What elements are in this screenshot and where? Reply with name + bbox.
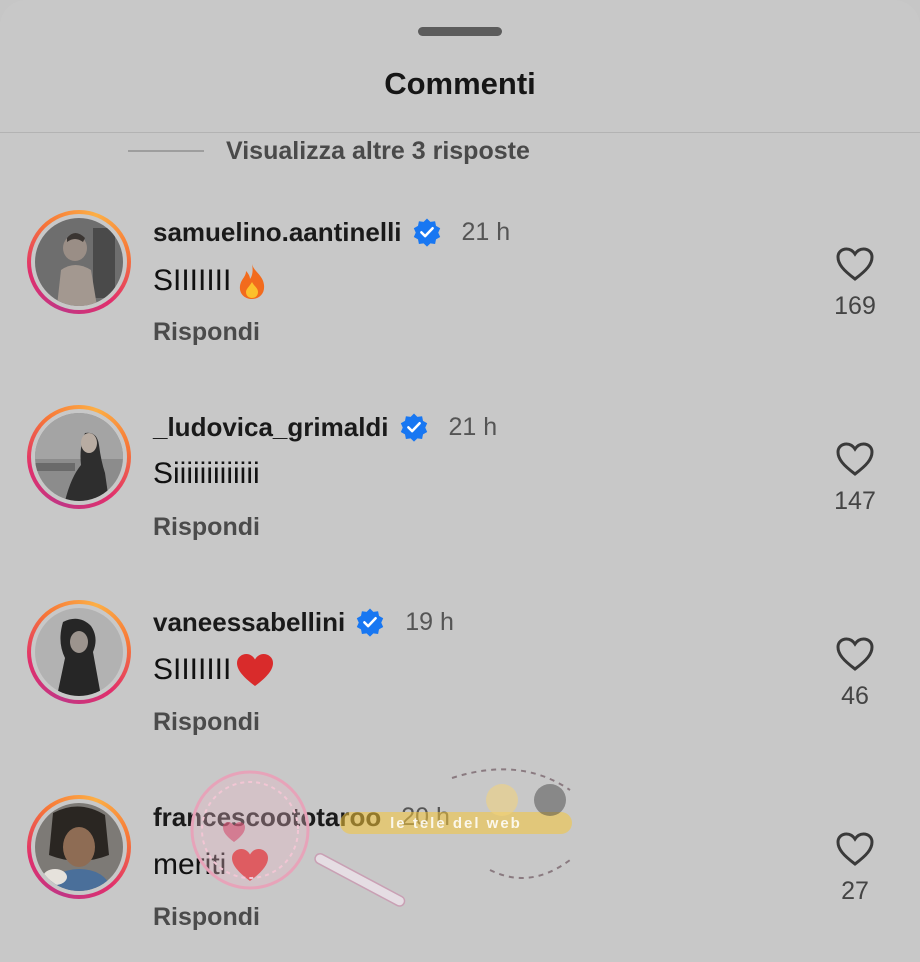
verified-badge-icon [357,608,384,637]
reply-button[interactable]: Rispondi [153,708,260,737]
username[interactable]: _ludovica_grimaldi [153,412,389,443]
red-heart-icon [235,652,275,688]
heart-icon[interactable] [835,636,875,672]
heart-icon[interactable] [835,441,875,477]
comment-item: _ludovica_grimaldi 21 h Siiiiiiiiiiiii R… [0,405,920,555]
comment-item: francescoototaroo 20 h meriti Rispondi 2… [0,795,920,945]
comment-time: 21 h [448,412,498,441]
header-divider [0,132,920,133]
avatar[interactable] [27,405,131,509]
comment-body: meriti [153,848,227,881]
avatar-photo [35,803,123,891]
comment-item: vaneessabellini 19 h SIIIIIII Rispondi 4… [0,600,920,750]
comment-body: SIIIIIII [153,653,232,686]
username[interactable]: vaneessabellini [153,607,345,638]
avatar[interactable] [27,600,131,704]
reply-button[interactable]: Rispondi [153,903,260,932]
drag-handle[interactable] [418,27,502,36]
comment-time: 19 h [405,607,454,636]
comment-text: SIIIIIII [153,262,269,300]
red-heart-icon [230,847,270,883]
avatar-photo [35,608,123,696]
view-more-replies[interactable]: Visualizza altre 3 risposte [128,136,530,166]
like-count: 169 [834,292,876,320]
username[interactable]: francescoototaroo [153,802,381,833]
comments-sheet: Commenti Visualizza altre 3 risposte sam… [0,0,920,962]
comment-text: meriti [153,847,270,883]
view-more-replies-label: Visualizza altre 3 risposte [226,136,530,165]
reply-button[interactable]: Rispondi [153,318,260,347]
avatar[interactable] [27,210,131,314]
comment-text: SIIIIIII [153,652,275,688]
comment-body: SIIIIIII [153,264,232,297]
like-group: 27 [818,831,892,906]
reply-button[interactable]: Rispondi [153,513,260,542]
sheet-title: Commenti [384,66,536,101]
like-group: 46 [818,636,892,711]
comment-time: 21 h [461,217,511,246]
comment-time: 20 h [401,802,450,831]
like-group: 169 [818,246,892,321]
fire-icon [235,262,269,300]
username[interactable]: samuelino.aantinelli [153,217,402,248]
avatar-photo [35,413,123,501]
like-count: 27 [841,877,869,905]
verified-badge-icon [413,218,440,247]
like-count: 46 [841,682,869,710]
avatar[interactable] [27,795,131,899]
heart-icon[interactable] [835,246,875,282]
like-count: 147 [834,487,876,515]
like-group: 147 [818,441,892,516]
comment-body: Siiiiiiiiiiiii [153,457,260,490]
comment-text: Siiiiiiiiiiiii [153,457,260,491]
heart-icon[interactable] [835,831,875,867]
verified-badge-icon [400,413,427,442]
comment-item: samuelino.aantinelli 21 h SIIIIIII Rispo… [0,210,920,360]
replies-line [128,150,204,152]
avatar-photo [35,218,123,306]
